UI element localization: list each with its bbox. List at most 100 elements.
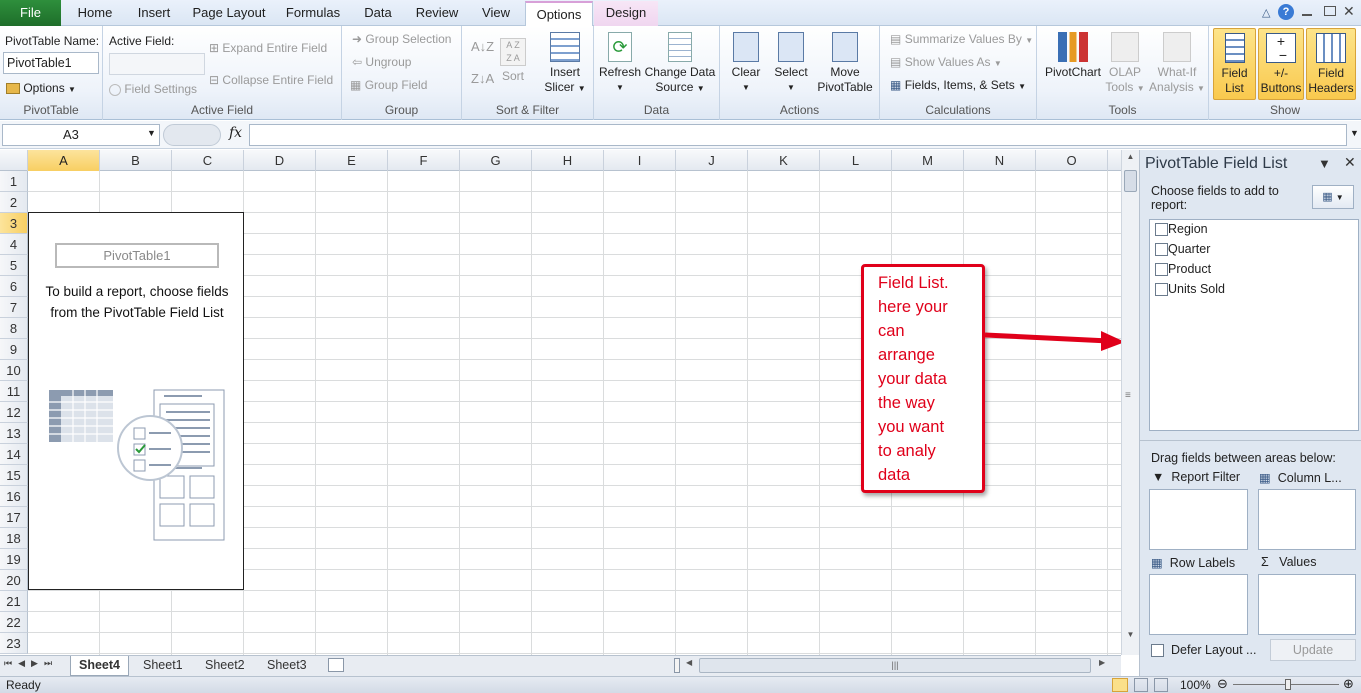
what-if-analysis-button[interactable]: What-If Analysis ▼ <box>1149 32 1205 96</box>
change-data-source-button[interactable]: Change Data Source ▼ <box>644 32 716 96</box>
window-restore-icon[interactable] <box>1324 6 1336 16</box>
expand-field-button[interactable]: ⊞ Expand Entire Field <box>209 41 327 55</box>
sheet-navigation-icon[interactable]: ⏮◀▶⏭ <box>4 658 58 669</box>
active-field-input[interactable] <box>109 53 205 75</box>
pane-dropdown-icon[interactable]: ▼ <box>1318 156 1331 171</box>
olap-tools-button[interactable]: OLAP Tools ▼ <box>1105 32 1145 96</box>
zoom-in-icon[interactable]: ⊕ <box>1343 676 1354 692</box>
normal-view-icon[interactable] <box>1112 678 1128 692</box>
report-filter-area[interactable] <box>1149 489 1248 550</box>
clear-button[interactable]: Clear ▼ <box>726 32 766 95</box>
sort-za-icon[interactable]: Z↓A <box>471 71 494 86</box>
select-button[interactable]: Select ▼ <box>770 32 812 95</box>
minimize-ribbon-icon[interactable]: △ <box>1262 6 1274 19</box>
sort-button[interactable]: A ZZ A Sort <box>498 38 528 84</box>
field-list-button[interactable]: Field List <box>1213 28 1256 100</box>
refresh-button[interactable]: ⟳ Refresh ▼ <box>598 32 642 95</box>
column-header-a[interactable]: A <box>28 150 100 171</box>
column-header-h[interactable]: H <box>532 150 604 171</box>
sheet-tab-sheet3[interactable]: Sheet3 <box>259 656 315 676</box>
collapse-field-button[interactable]: ⊟ Collapse Entire Field <box>209 73 333 87</box>
row-header-10[interactable]: 10 <box>0 360 28 381</box>
row-header-21[interactable]: 21 <box>0 591 28 612</box>
pivottable-placeholder[interactable]: PivotTable1 To build a report, choose fi… <box>28 212 244 590</box>
field-checkbox-region[interactable] <box>1155 223 1168 236</box>
row-header-22[interactable]: 22 <box>0 612 28 633</box>
row-header-14[interactable]: 14 <box>0 444 28 465</box>
insert-sheet-icon[interactable] <box>328 658 344 672</box>
pivottable-name-input[interactable]: PivotTable1 <box>3 52 99 74</box>
row-header-3[interactable]: 3 <box>0 213 28 234</box>
row-labels-area[interactable] <box>1149 574 1248 635</box>
column-header-k[interactable]: K <box>748 150 820 171</box>
field-checkbox-product[interactable] <box>1155 263 1168 276</box>
zoom-out-icon[interactable]: ⊖ <box>1217 676 1228 692</box>
scrollbar-thumb[interactable] <box>1124 170 1137 192</box>
window-minimize-icon[interactable] <box>1302 6 1312 16</box>
row-header-8[interactable]: 8 <box>0 318 28 339</box>
field-settings-button[interactable]: Field Settings <box>109 82 197 96</box>
values-area[interactable] <box>1258 574 1356 635</box>
row-header-17[interactable]: 17 <box>0 507 28 528</box>
column-header-m[interactable]: M <box>892 150 964 171</box>
field-item-product[interactable]: Product <box>1168 262 1211 276</box>
tab-review[interactable]: Review <box>410 1 464 26</box>
row-header-6[interactable]: 6 <box>0 276 28 297</box>
row-header-19[interactable]: 19 <box>0 549 28 570</box>
pane-close-icon[interactable]: ✕ <box>1344 154 1356 171</box>
ungroup-button[interactable]: ⇦ Ungroup <box>352 55 411 69</box>
column-header-g[interactable]: G <box>460 150 532 171</box>
tab-page-layout[interactable]: Page Layout <box>190 1 268 26</box>
field-list-layout-button[interactable]: ▦ ▼ <box>1312 185 1354 209</box>
column-header-l[interactable]: L <box>820 150 892 171</box>
field-item-region[interactable]: Region <box>1168 222 1208 236</box>
options-button[interactable]: Options ▼ <box>6 81 76 95</box>
row-header-2[interactable]: 2 <box>0 192 28 213</box>
row-header-15[interactable]: 15 <box>0 465 28 486</box>
group-field-button[interactable]: ▦ Group Field <box>350 78 427 92</box>
name-box[interactable]: A3 <box>2 124 160 146</box>
field-checkbox-units-sold[interactable] <box>1155 283 1168 296</box>
tab-view[interactable]: View <box>476 1 516 26</box>
sheet-tab-sheet2[interactable]: Sheet2 <box>197 656 253 676</box>
column-header-j[interactable]: J <box>676 150 748 171</box>
defer-layout-checkbox[interactable] <box>1151 644 1164 657</box>
column-header-n[interactable]: N <box>964 150 1036 171</box>
insert-function-icon[interactable]: fx <box>229 125 242 141</box>
tab-home[interactable]: Home <box>72 1 118 26</box>
sheet-tab-sheet4[interactable]: Sheet4 <box>70 656 129 676</box>
column-header-f[interactable]: F <box>388 150 460 171</box>
row-header-4[interactable]: 4 <box>0 234 28 255</box>
row-header-7[interactable]: 7 <box>0 297 28 318</box>
update-button[interactable]: Update <box>1270 639 1356 661</box>
row-header-11[interactable]: 11 <box>0 381 28 402</box>
row-header-16[interactable]: 16 <box>0 486 28 507</box>
column-header-i[interactable]: I <box>604 150 676 171</box>
help-icon[interactable]: ? <box>1278 4 1294 20</box>
tab-design[interactable]: Design <box>594 1 658 26</box>
row-header-13[interactable]: 13 <box>0 423 28 444</box>
pane-splitter[interactable] <box>1140 440 1361 441</box>
field-item-quarter[interactable]: Quarter <box>1168 242 1210 256</box>
column-labels-area[interactable] <box>1258 489 1356 550</box>
scroll-left-icon[interactable]: ◀ <box>686 658 692 667</box>
field-item-units-sold[interactable]: Units Sold <box>1168 282 1225 296</box>
select-all-corner[interactable] <box>0 150 28 171</box>
row-header-12[interactable]: 12 <box>0 402 28 423</box>
tab-data[interactable]: Data <box>358 1 398 26</box>
row-header-23[interactable]: 23 <box>0 633 28 654</box>
horizontal-scrollbar-thumb[interactable]: ||| <box>699 658 1091 673</box>
tab-formulas[interactable]: Formulas <box>280 1 346 26</box>
window-close-icon[interactable]: ✕ <box>1343 3 1355 20</box>
row-header-5[interactable]: 5 <box>0 255 28 276</box>
page-break-view-icon[interactable] <box>1154 678 1168 692</box>
field-headers-button[interactable]: Field Headers <box>1306 28 1356 100</box>
row-header-18[interactable]: 18 <box>0 528 28 549</box>
show-values-as-button[interactable]: ▤ Show Values As ▼ <box>890 55 1002 69</box>
summarize-values-button[interactable]: ▤ Summarize Values By ▼ <box>890 32 1033 46</box>
column-header-o[interactable]: O <box>1036 150 1108 171</box>
tab-insert[interactable]: Insert <box>130 1 178 26</box>
field-checkbox-quarter[interactable] <box>1155 243 1168 256</box>
plus-minus-buttons-button[interactable]: + − +/- Buttons <box>1258 28 1304 100</box>
zoom-slider-thumb[interactable] <box>1285 679 1291 690</box>
